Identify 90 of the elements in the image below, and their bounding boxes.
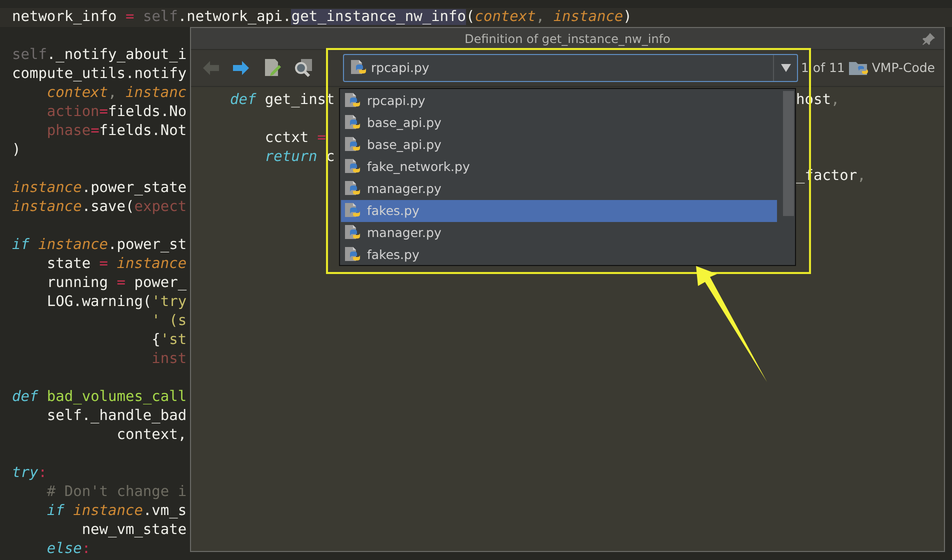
dropdown-item[interactable]: rpcapi.py [341,90,777,112]
code-token: = [99,104,108,120]
code-token: ( [466,9,475,25]
scrollbar-thumb[interactable] [783,91,794,216]
code-token: context [46,85,108,101]
code-token: = [99,256,110,272]
code-token: fields.No [108,104,187,120]
code-token: instance [12,199,82,215]
code-token: : [82,541,91,557]
code-token: .power_state [82,180,187,196]
code-token: fields.Not [99,123,187,139]
code-token: def [12,389,40,405]
code-token: context [474,9,536,25]
code-token: .power_st [108,237,187,253]
code-token: network_info [12,9,118,25]
python-file-icon [344,180,362,198]
code-token: , [857,168,866,184]
dropdown-item[interactable]: manager.py [341,178,777,200]
code-token: instance [73,503,143,519]
edit-source-icon[interactable] [263,58,283,78]
code-token: state [46,256,92,272]
code-token: else [46,541,82,557]
code-token: instance [12,180,82,196]
dropdown-item[interactable]: manager.py [341,222,777,244]
python-file-icon [344,246,362,264]
code-token: , [108,85,118,101]
python-file-icon [344,224,362,242]
code-token: .vm_s [142,503,187,519]
code-token: { [152,332,160,348]
python-file-icon [344,202,362,220]
code-token: = [317,130,326,146]
code-token: if [46,503,66,519]
python-file-icon [344,92,362,110]
dropdown-item[interactable]: base_api.py [341,134,777,156]
code-token: .network_api. [178,9,292,25]
code-token: self [12,47,47,63]
code-token: new_vm_state [82,522,187,538]
code-token: LOG.warning( [46,294,152,310]
code-token: def [230,92,258,108]
code-token: instanc [125,85,187,101]
forward-arrow-icon[interactable] [231,59,251,77]
code-token: = [116,275,126,291]
result-position: 1 of 11 [801,58,845,77]
code-token: # Don't change i [46,484,187,500]
code-token: try [12,465,38,481]
code-token: = [90,123,100,139]
pin-icon[interactable] [922,32,936,46]
code-token: .save( [82,199,134,215]
code-token: phase [46,123,91,139]
code-token: ' (s [152,313,187,329]
code-token: , [536,9,546,25]
code-token: self [142,9,178,25]
code-token: action [46,104,100,120]
dropdown-item[interactable]: base_api.py [341,112,777,134]
code-token: power_ [134,275,187,291]
code-token: instance [38,237,108,253]
code-token: running [46,275,110,291]
code-token: inst [152,351,187,367]
dropdown-item[interactable]: fake_network.py [341,156,777,178]
dropdown-item[interactable]: fakes.py [341,244,777,266]
combo-value: rpcapi.py [371,58,430,77]
code-token: instance [553,9,624,25]
project-name: VMP-Code [872,58,935,77]
code-token: expect [134,199,187,215]
code-token: : [38,465,47,481]
code-token: 'st [160,332,187,348]
code-token: ._notify_about_i [46,47,187,63]
code-token: ) [623,9,632,25]
python-file-icon [344,136,362,154]
code-token: ) [12,142,21,158]
code-token: get_instance_nw_info [291,9,466,25]
python-file-icon [344,114,362,132]
python-file-icon [344,158,362,176]
code-token: return [264,149,318,165]
python-folder-icon [848,60,869,76]
code-token: instance [116,256,187,272]
code-token: bad_volumes_call [46,389,187,405]
find-usages-icon[interactable] [293,58,313,78]
code-token: 'try [152,294,187,310]
code-token: = [126,9,136,25]
file-combo-box[interactable]: rpcapi.py [343,54,798,82]
code-token: cctxt [264,130,310,146]
dropdown-caret-icon[interactable] [780,64,790,72]
code-token: if [12,237,30,253]
code-token: compute_utils.notify [12,66,187,82]
code-token: context, [116,427,187,443]
python-file-icon [350,59,368,77]
code-token: self._handle_bad [46,408,187,424]
code-token: , [830,92,840,108]
popup-title: Definition of get_instance_nw_info [464,30,670,48]
